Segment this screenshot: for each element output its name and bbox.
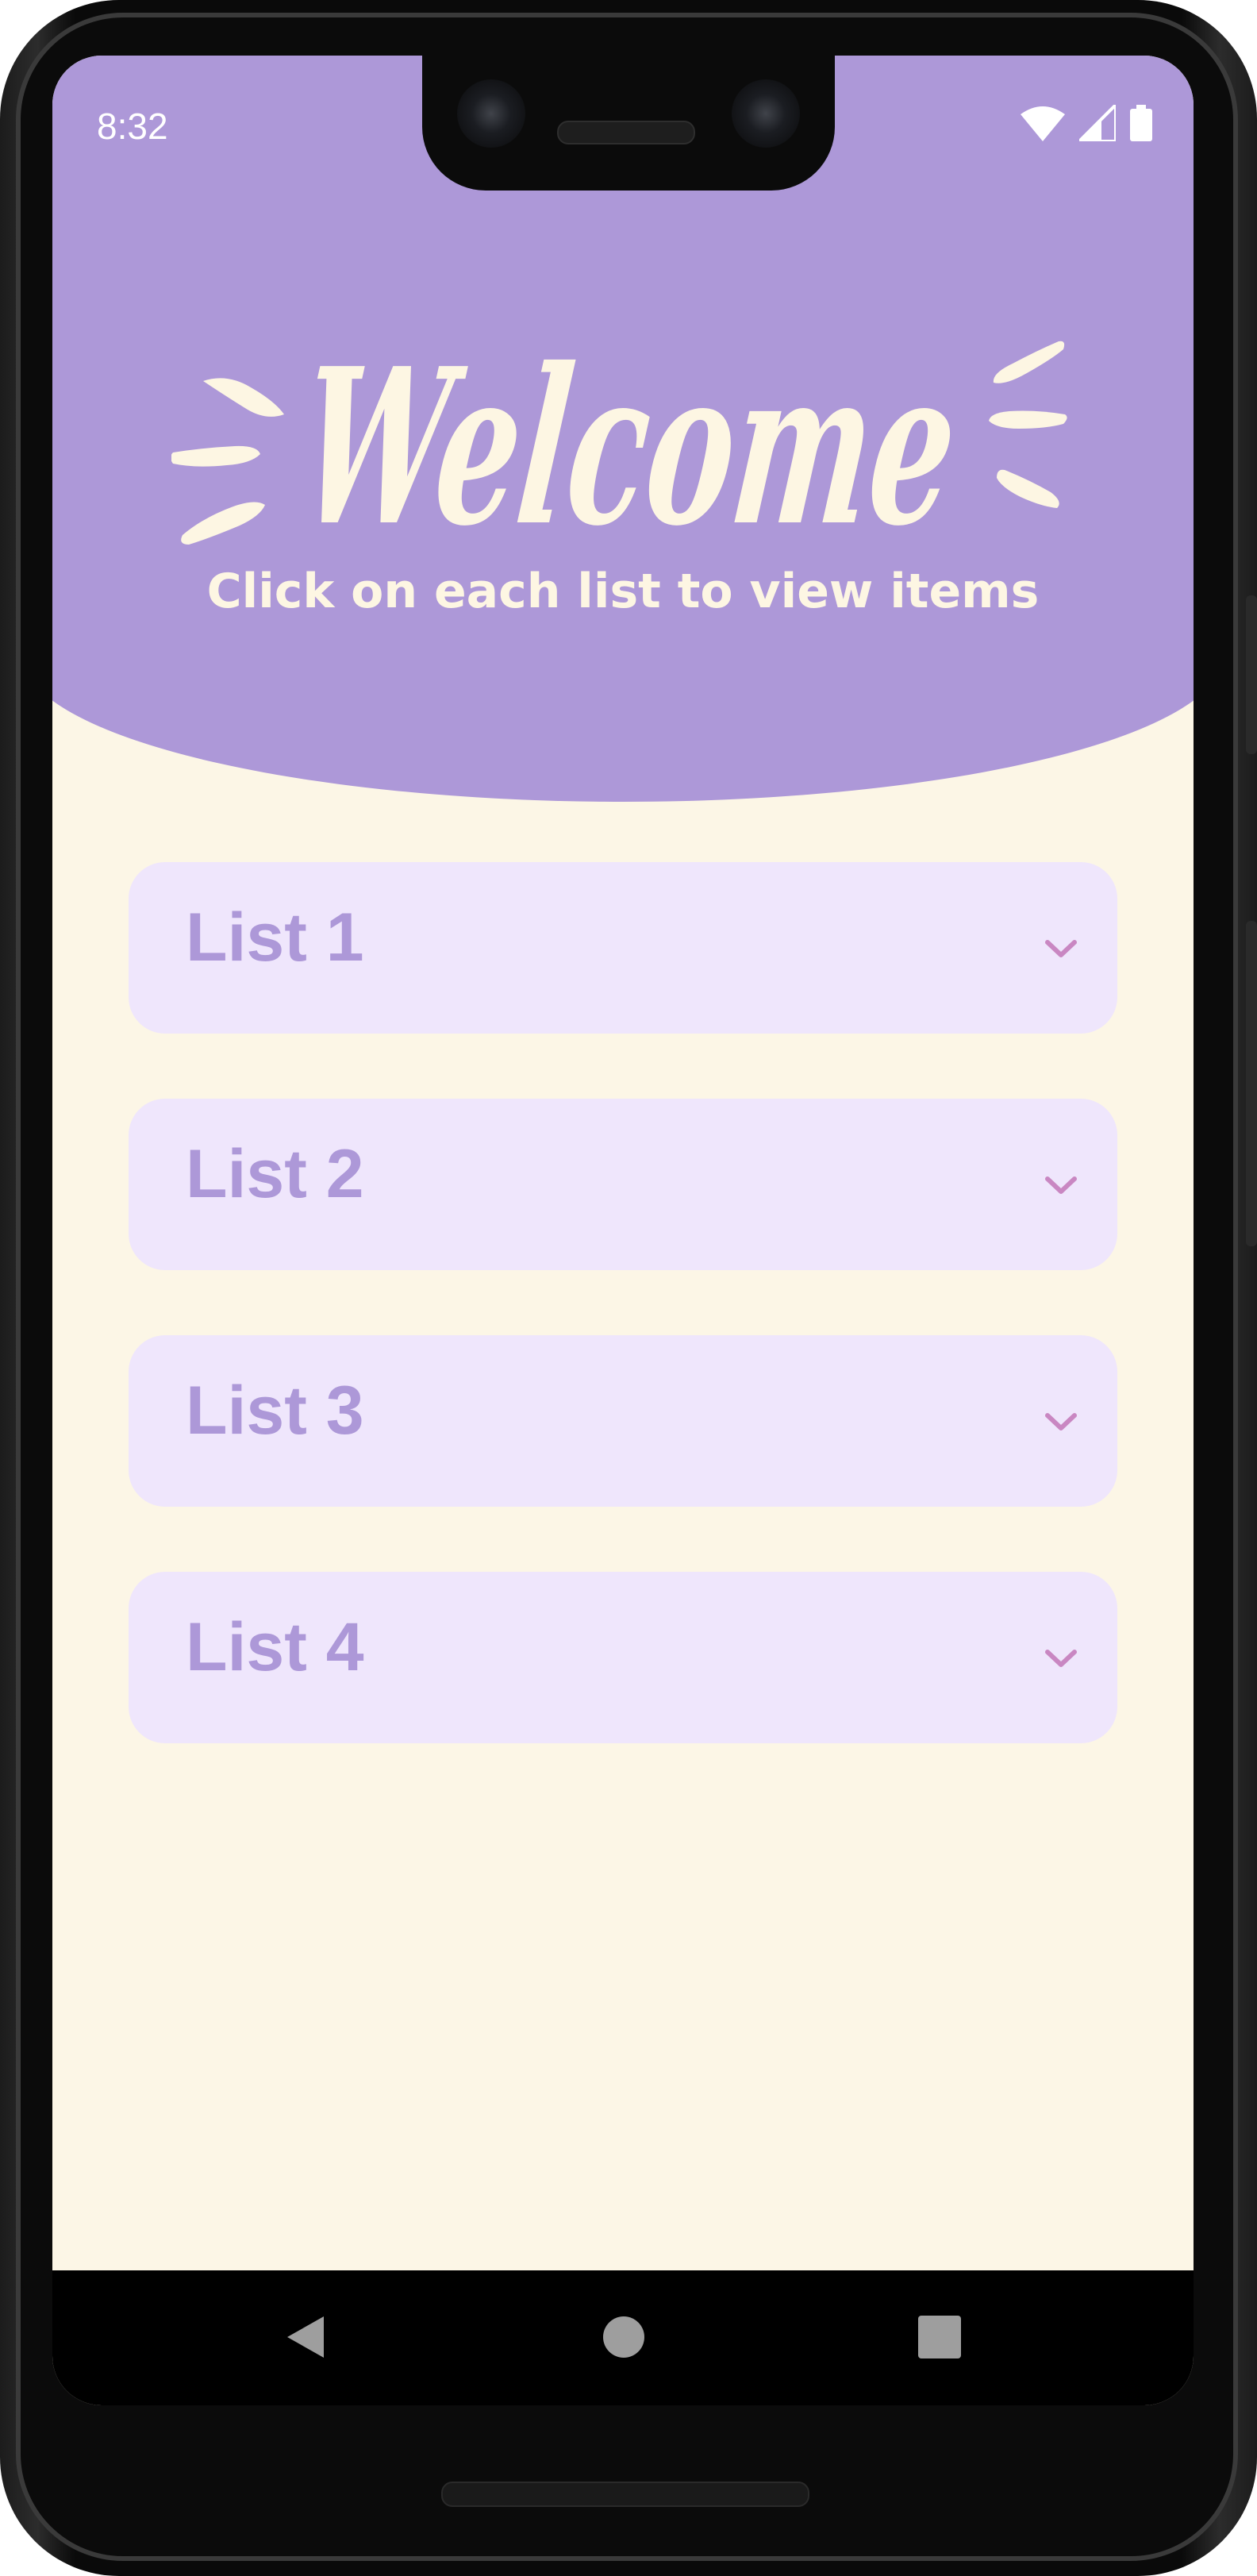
list-card-4[interactable]: List 4 — [129, 1572, 1117, 1743]
cell-signal-icon — [1079, 105, 1116, 141]
chevron-down-icon — [1045, 940, 1077, 957]
navigation-bar — [52, 2270, 1194, 2405]
back-icon[interactable] — [283, 2313, 330, 2361]
earpiece-speaker — [557, 121, 695, 144]
welcome-logo-text: Welcome — [290, 322, 967, 572]
header-subtitle: Click on each list to view items — [206, 564, 1040, 619]
list-label: List 1 — [186, 899, 364, 976]
list-card-3[interactable]: List 3 — [129, 1335, 1117, 1507]
welcome-logo: Welcome — [171, 322, 1067, 572]
chevron-down-icon — [1045, 1413, 1077, 1430]
chevron-down-icon — [1045, 1650, 1077, 1667]
status-icons — [1021, 105, 1152, 141]
list-label: List 4 — [186, 1608, 364, 1685]
chevron-down-icon — [1045, 1176, 1077, 1194]
wifi-icon — [1021, 106, 1065, 141]
front-camera-icon — [457, 79, 525, 148]
screen: 8:32 Welcome Click on each list to view … — [52, 56, 1194, 2405]
phone-frame: 8:32 Welcome Click on each list to view … — [0, 0, 1257, 2576]
home-icon[interactable] — [600, 2313, 648, 2361]
battery-icon — [1130, 105, 1152, 141]
power-button — [1246, 595, 1257, 754]
display-notch — [422, 56, 835, 191]
list-label: List 2 — [186, 1135, 364, 1212]
list-label: List 3 — [186, 1372, 364, 1449]
front-camera-icon — [732, 79, 800, 148]
recents-icon[interactable] — [916, 2313, 963, 2361]
status-time: 8:32 — [97, 106, 168, 147]
list-card-2[interactable]: List 2 — [129, 1099, 1117, 1270]
list-card-1[interactable]: List 1 — [129, 862, 1117, 1034]
volume-button — [1246, 921, 1257, 1246]
bottom-speaker — [441, 2482, 809, 2507]
